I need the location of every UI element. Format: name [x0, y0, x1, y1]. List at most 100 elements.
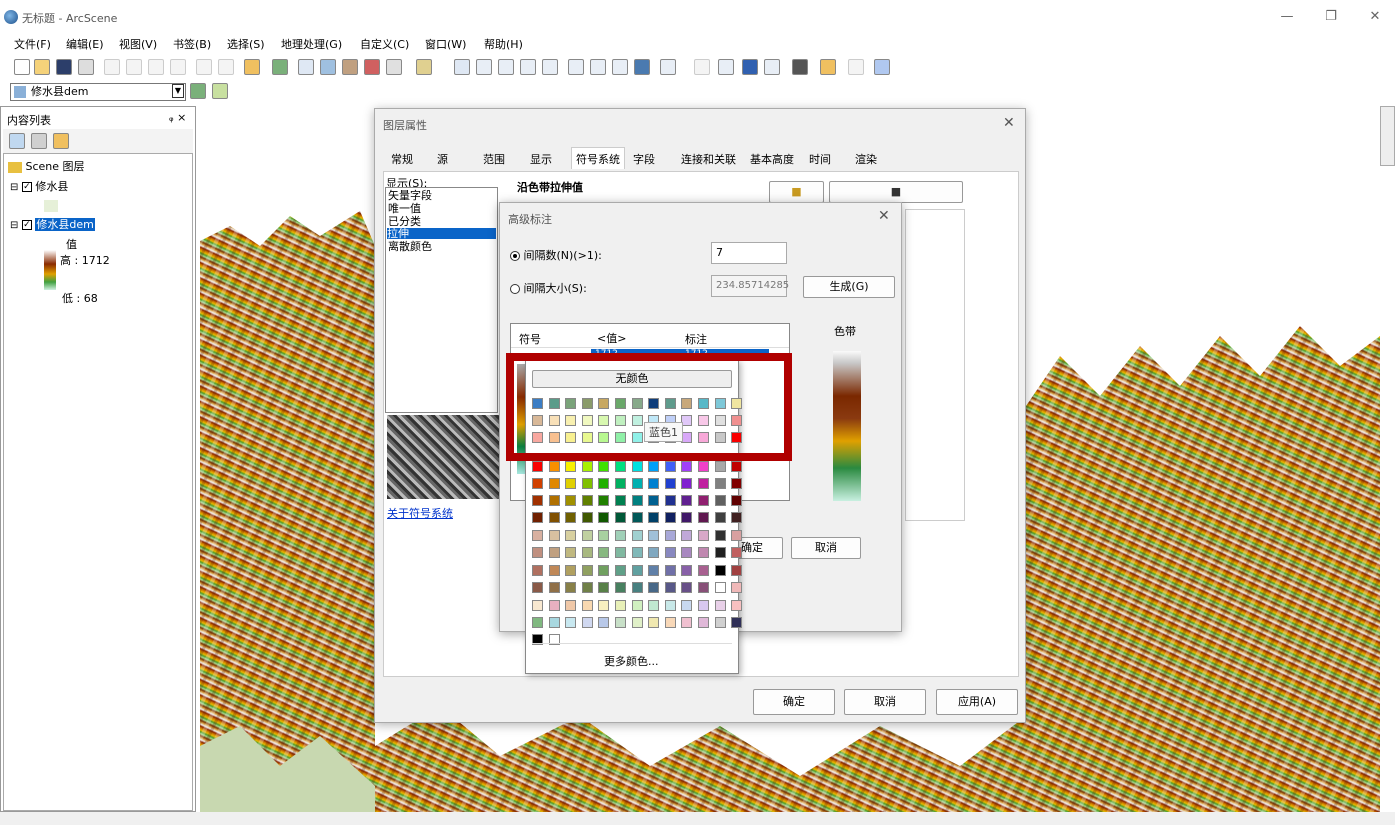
zoom-in-icon[interactable] — [568, 59, 584, 75]
color-swatch[interactable] — [548, 530, 560, 541]
color-swatch[interactable] — [648, 565, 660, 576]
color-swatch[interactable] — [532, 512, 543, 523]
generate-button[interactable]: 生成(G) — [803, 276, 895, 298]
color-swatch[interactable] — [648, 617, 660, 628]
about-symbology-link[interactable]: 关于符号系统 — [387, 505, 453, 521]
menu-view[interactable]: 视图(V) — [119, 36, 157, 52]
color-swatch[interactable] — [565, 547, 577, 558]
color-swatch[interactable] — [664, 617, 676, 628]
color-swatch[interactable] — [548, 565, 560, 576]
color-swatch[interactable] — [731, 530, 743, 541]
color-swatch[interactable] — [631, 530, 643, 541]
color-swatch[interactable] — [548, 547, 560, 558]
interval-count-radio[interactable] — [510, 251, 520, 261]
color-swatch[interactable] — [698, 617, 709, 628]
color-swatch[interactable] — [698, 530, 709, 541]
color-swatch[interactable] — [565, 600, 577, 611]
color-swatch[interactable] — [664, 478, 676, 489]
color-swatch[interactable] — [581, 565, 593, 576]
tab-source[interactable]: 源 — [437, 151, 448, 167]
color-swatch[interactable] — [731, 582, 743, 593]
color-swatch[interactable] — [648, 582, 660, 593]
tab-joins[interactable]: 连接和关联 — [681, 151, 736, 167]
color-swatch[interactable] — [664, 495, 676, 506]
color-swatch[interactable] — [648, 478, 660, 489]
tab-fields[interactable]: 字段 — [633, 151, 655, 167]
select-elements-icon[interactable] — [718, 59, 734, 75]
color-swatch[interactable] — [714, 530, 726, 541]
color-swatch[interactable] — [615, 565, 626, 576]
color-swatch[interactable] — [631, 617, 643, 628]
color-swatch[interactable] — [714, 512, 726, 523]
color-swatch[interactable] — [615, 461, 626, 472]
color-swatch[interactable] — [565, 478, 577, 489]
color-swatch[interactable] — [598, 617, 610, 628]
color-swatch[interactable] — [565, 461, 577, 472]
full-extent-icon[interactable] — [634, 59, 650, 75]
list-item[interactable]: 已分类 — [388, 216, 421, 227]
color-swatch[interactable] — [681, 478, 693, 489]
color-swatch[interactable] — [664, 600, 676, 611]
color-swatch[interactable] — [664, 512, 676, 523]
color-swatch[interactable] — [648, 547, 660, 558]
right-dock-tab[interactable] — [1380, 106, 1395, 166]
tree-item-layer2[interactable]: ⊟ ✓ 修水县dem — [10, 216, 95, 232]
color-swatch[interactable] — [615, 600, 626, 611]
redo-icon[interactable] — [218, 59, 234, 75]
python-window-icon[interactable] — [386, 59, 402, 75]
color-swatch[interactable] — [631, 461, 643, 472]
color-swatch[interactable] — [731, 547, 743, 558]
undo-icon[interactable] — [196, 59, 212, 75]
color-swatch[interactable] — [714, 495, 726, 506]
select-features-icon[interactable] — [660, 59, 676, 75]
restore-icon[interactable]: ❐ — [1320, 8, 1342, 26]
close-icon[interactable]: ✕ — [1364, 8, 1386, 26]
menu-edit[interactable]: 编辑(E) — [66, 36, 104, 52]
color-swatch[interactable] — [681, 512, 693, 523]
navigate-icon[interactable] — [454, 59, 470, 75]
interval-count-input[interactable]: 7 — [711, 242, 787, 264]
apply-button[interactable]: 应用(A) — [936, 689, 1018, 715]
color-swatch[interactable] — [532, 565, 543, 576]
color-swatch[interactable] — [581, 512, 593, 523]
layer1-checkbox[interactable]: ✓ — [21, 182, 32, 192]
color-swatch[interactable] — [548, 495, 560, 506]
color-swatch[interactable] — [731, 512, 743, 523]
add-data-icon[interactable] — [244, 59, 260, 75]
color-swatch[interactable] — [532, 582, 543, 593]
color-swatch[interactable] — [615, 547, 626, 558]
color-swatch[interactable] — [565, 530, 577, 541]
identify-icon[interactable] — [742, 59, 758, 75]
color-swatch[interactable] — [532, 461, 543, 472]
color-swatch[interactable] — [532, 478, 543, 489]
color-swatch[interactable] — [548, 461, 560, 472]
color-swatch[interactable] — [598, 495, 610, 506]
color-swatch[interactable] — [631, 582, 643, 593]
arctoolbox-icon[interactable] — [364, 59, 380, 75]
measure-icon[interactable] — [820, 59, 836, 75]
color-swatch[interactable] — [698, 512, 709, 523]
list-item[interactable]: 唯一值 — [388, 203, 421, 214]
new-doc-icon[interactable] — [14, 59, 30, 75]
color-swatch[interactable] — [615, 495, 626, 506]
color-swatch[interactable] — [581, 547, 593, 558]
target-center-icon[interactable] — [498, 59, 514, 75]
color-swatch[interactable] — [581, 530, 593, 541]
tab-symbology[interactable]: 符号系统 — [571, 147, 625, 169]
more-colors-button[interactable]: 更多颜色... — [604, 653, 659, 669]
color-swatch[interactable] — [681, 565, 693, 576]
color-swatch[interactable] — [631, 478, 643, 489]
color-swatch[interactable] — [598, 512, 610, 523]
color-swatch[interactable] — [714, 547, 726, 558]
layer2-checkbox[interactable]: ✓ — [21, 220, 32, 230]
color-swatch[interactable] — [598, 530, 610, 541]
color-swatch[interactable] — [698, 565, 709, 576]
color-swatch[interactable] — [598, 547, 610, 558]
menu-geoprocessing[interactable]: 地理处理(G) — [281, 36, 342, 52]
color-swatch[interactable] — [664, 461, 676, 472]
color-swatch[interactable] — [548, 512, 560, 523]
color-swatch[interactable] — [681, 600, 693, 611]
toc-window-icon[interactable] — [298, 59, 314, 75]
ok-button[interactable]: 确定 — [753, 689, 835, 715]
list-item-selected[interactable]: 拉伸 — [387, 228, 496, 239]
